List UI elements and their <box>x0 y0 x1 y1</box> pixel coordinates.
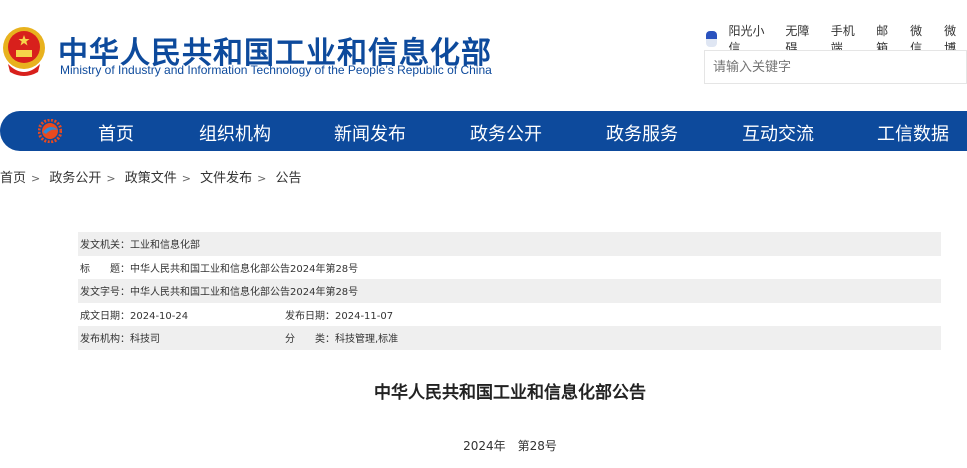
meta-row-org: 发布机构：科技司分 类：科技管理,标准 <box>78 326 941 350</box>
nav-interaction[interactable]: 互动交流 <box>742 120 814 146</box>
robot-icon[interactable] <box>706 31 718 47</box>
nav-services[interactable]: 政务服务 <box>606 120 678 146</box>
nav-organization[interactable]: 组织机构 <box>199 120 271 146</box>
nav-data[interactable]: 工信数据 <box>877 120 949 146</box>
chevron-right-icon: > <box>257 172 267 185</box>
breadcrumb-policy[interactable]: 政策文件 <box>125 171 177 186</box>
meta-row-title: 标 题： 中华人民共和国工业和信息化部公告2024年第28号 <box>80 263 359 275</box>
document-title: 中华人民共和国工业和信息化部公告 <box>374 383 646 403</box>
meta-row-docno: 发文字号： 中华人民共和国工业和信息化部公告2024年第28号 <box>78 279 941 303</box>
meta-row-issuer: 发文机关： 工业和信息化部 <box>78 232 941 256</box>
meta-row-dates: 成文日期：2024-10-24 发布日期：2024-11-07 <box>80 310 394 322</box>
nav-home[interactable]: 首页 <box>98 120 134 146</box>
breadcrumb-affairs[interactable]: 政务公开 <box>49 171 101 186</box>
nav-government-affairs[interactable]: 政务公开 <box>470 120 542 146</box>
chevron-right-icon: > <box>31 172 41 185</box>
national-emblem-logo <box>3 27 45 76</box>
nav-news[interactable]: 新闻发布 <box>334 120 406 146</box>
breadcrumb-home[interactable]: 首页 <box>0 171 26 186</box>
breadcrumb: 首页 > 政务公开 > 政策文件 > 文件发布 > 公告 <box>0 167 302 186</box>
document-number: 2024年 第28号 <box>463 439 557 453</box>
breadcrumb-notice[interactable]: 公告 <box>276 171 302 186</box>
main-nav: 首页 组织机构 新闻发布 政务公开 政务服务 互动交流 工信数据 <box>0 111 967 151</box>
search-input[interactable] <box>704 50 967 84</box>
chevron-right-icon: > <box>181 172 191 185</box>
chevron-right-icon: > <box>106 172 116 185</box>
site-subtitle: Ministry of Industry and Information Tec… <box>60 63 492 77</box>
document-metadata: 发文机关： 工业和信息化部 标 题： 中华人民共和国工业和信息化部公告2024年第2… <box>78 232 941 350</box>
breadcrumb-release[interactable]: 文件发布 <box>200 171 252 186</box>
miit-logo-icon[interactable] <box>38 119 62 143</box>
